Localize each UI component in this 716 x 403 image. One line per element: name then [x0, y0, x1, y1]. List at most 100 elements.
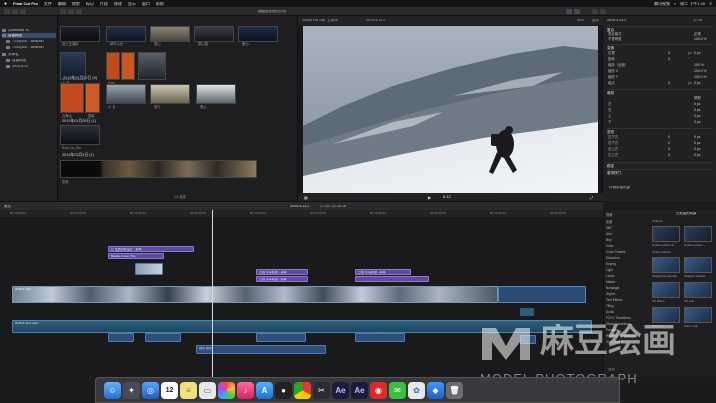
clip-thumbnail[interactable] — [60, 125, 100, 145]
effect-thumbnail[interactable] — [684, 282, 712, 298]
clip-thumbnail[interactable] — [106, 84, 146, 104]
effects-header[interactable]: 已安装的效果 — [676, 212, 696, 215]
tencent-icon[interactable]: ◆ — [427, 382, 444, 399]
menu-file[interactable]: 文件 — [44, 2, 52, 6]
search-icon[interactable]: ⚲ — [709, 1, 712, 6]
play-button[interactable]: ▶ — [428, 195, 431, 200]
title-clip[interactable]: 已 爱的目标设计 - 基本 — [108, 246, 194, 252]
crop-right-row[interactable]: 右0 px — [608, 108, 713, 113]
library-toggle-icon[interactable] — [60, 9, 66, 14]
photos-icon[interactable] — [218, 382, 235, 399]
zoom-menu[interactable]: 43% — [577, 19, 584, 23]
effects-toggle-icon[interactable] — [600, 9, 606, 14]
connected-clip[interactable] — [520, 308, 534, 316]
scale-x-row[interactable]: 缩放 X 100.0 % — [608, 69, 713, 74]
import-icon[interactable] — [4, 9, 10, 14]
clip-thumbnail[interactable] — [106, 26, 146, 42]
menu-clip[interactable]: 片段 — [100, 2, 108, 6]
crop-type-row[interactable]: 修剪 — [608, 96, 713, 101]
share-icon[interactable] — [566, 9, 572, 14]
hide-rejected-filter[interactable]: 隐藏被拒绝的片段 — [258, 10, 286, 14]
after-effects-2-icon[interactable]: Ae — [351, 382, 368, 399]
audio-clip[interactable] — [108, 333, 134, 342]
trash-icon[interactable]: 🗑 — [446, 382, 463, 399]
title-clip[interactable]: 已到 手写标题 - 基本 — [256, 276, 308, 282]
menu-window[interactable]: 窗口 — [142, 2, 150, 6]
index-button[interactable]: 索引 — [4, 205, 11, 209]
audio-clip[interactable] — [145, 333, 181, 342]
menu-trim[interactable]: 修剪 — [72, 2, 80, 6]
playhead[interactable] — [212, 210, 213, 377]
anchor-row[interactable]: 锚点 0 px 0 px — [608, 81, 713, 86]
distort-row[interactable]: 右下方 0 0 px — [608, 141, 713, 146]
baidu-icon[interactable]: ✿ — [408, 382, 425, 399]
preview-icon[interactable]: ▭ — [199, 382, 216, 399]
launchpad-icon[interactable]: ✦ — [123, 382, 140, 399]
clip-thumbnail[interactable] — [85, 83, 100, 113]
analyze-icon[interactable] — [20, 9, 26, 14]
final-cut-pro-icon[interactable]: ✂ — [313, 382, 330, 399]
date-group-header[interactable]: 2019年01月05日 (1) — [62, 119, 96, 124]
keyword-icon[interactable] — [12, 9, 18, 14]
safari-icon[interactable]: ◎ — [142, 382, 159, 399]
section-distort[interactable]: 变形 — [607, 128, 713, 134]
netease-music-icon[interactable]: ◉ — [370, 382, 387, 399]
video-frame[interactable] — [303, 26, 598, 194]
calendar-icon[interactable]: 12 — [161, 382, 178, 399]
scale-all-row[interactable]: 缩放（全部） 100 % — [608, 63, 713, 68]
audio-clip[interactable] — [256, 333, 306, 342]
wifi-icon[interactable]: ≈ — [674, 1, 676, 6]
clip-thumbnail[interactable] — [238, 26, 278, 42]
connected-clip[interactable] — [135, 263, 163, 275]
apple-menu-icon[interactable]: ● — [4, 1, 7, 7]
section-stabilize[interactable]: 稳定 — [607, 162, 713, 168]
background-tasks-icon[interactable] — [574, 9, 580, 14]
effect-thumbnail[interactable] — [652, 282, 680, 298]
audio-clip[interactable]: 音乐 音乐 — [196, 345, 326, 354]
event-item[interactable]: 7130(Aut... Beachel — [6, 45, 44, 50]
smart-collection-item[interactable]: 智能精选 — [2, 33, 56, 38]
notes-icon[interactable]: ≡ — [180, 382, 197, 399]
finder-icon[interactable]: ☺ — [104, 382, 121, 399]
effect-thumbnail[interactable] — [684, 257, 712, 273]
menu-modify[interactable]: 修改 — [114, 2, 122, 6]
chrome-icon[interactable] — [294, 382, 311, 399]
distort-row[interactable]: 左下方 0 0 px — [608, 135, 713, 140]
menu-view[interactable]: 显示 — [128, 2, 136, 6]
qq-icon[interactable]: ● — [275, 382, 292, 399]
rotation-row[interactable]: 旋转 0 ° — [608, 57, 713, 62]
smart-collection-item[interactable]: 智能精选 — [6, 58, 26, 63]
event-item[interactable]: 7130(Aut... Beachel — [6, 39, 44, 44]
position-row[interactable]: 位置 0 px 0 px — [608, 51, 713, 56]
clip-thumbnail[interactable] — [106, 52, 120, 80]
opacity-row[interactable]: 不透明度 100.0 % — [608, 37, 713, 42]
crop-top-row[interactable]: 上0 px — [608, 114, 713, 119]
section-crop[interactable]: 裁剪 — [607, 89, 713, 95]
clip-filmstrip[interactable] — [60, 160, 257, 178]
effect-thumbnail[interactable] — [652, 226, 680, 242]
display-menu[interactable]: 显示 — [592, 19, 599, 23]
clip-thumbnail[interactable] — [121, 52, 135, 80]
app-menu[interactable]: Final Cut Pro — [13, 2, 38, 6]
inspector-toggle-icon[interactable] — [592, 9, 598, 14]
effect-thumbnail[interactable] — [652, 257, 680, 273]
title-clip[interactable] — [355, 276, 429, 282]
distort-row[interactable]: 左上方 0 0 px — [608, 153, 713, 158]
clip-thumbnail[interactable] — [150, 84, 190, 104]
audio-clip[interactable] — [355, 333, 405, 342]
date-group-header[interactable]: 2019年03月3日 (1) — [62, 153, 94, 158]
clip-thumbnail[interactable] — [196, 84, 236, 104]
wechat-icon[interactable]: ✉ — [389, 382, 406, 399]
primary-storyline-clip[interactable] — [498, 286, 586, 303]
music-icon[interactable]: ♪ — [237, 382, 254, 399]
photos-toggle-icon[interactable] — [68, 9, 74, 14]
effect-thumbnail[interactable] — [684, 226, 712, 242]
distort-row[interactable]: 右上方 0 0 px — [608, 147, 713, 152]
effect-category[interactable]: 视频 — [606, 212, 646, 218]
clock[interactable]: 周二 下午1:40 — [680, 2, 705, 6]
clip-thumbnail[interactable] — [150, 26, 190, 42]
menu-edit[interactable]: 编辑 — [58, 2, 66, 6]
crop-left-row[interactable]: 左0 px — [608, 102, 713, 107]
primary-storyline-clip[interactable]: 2019-4-13 2 — [12, 286, 498, 303]
menu-help[interactable]: 帮助 — [156, 2, 164, 6]
